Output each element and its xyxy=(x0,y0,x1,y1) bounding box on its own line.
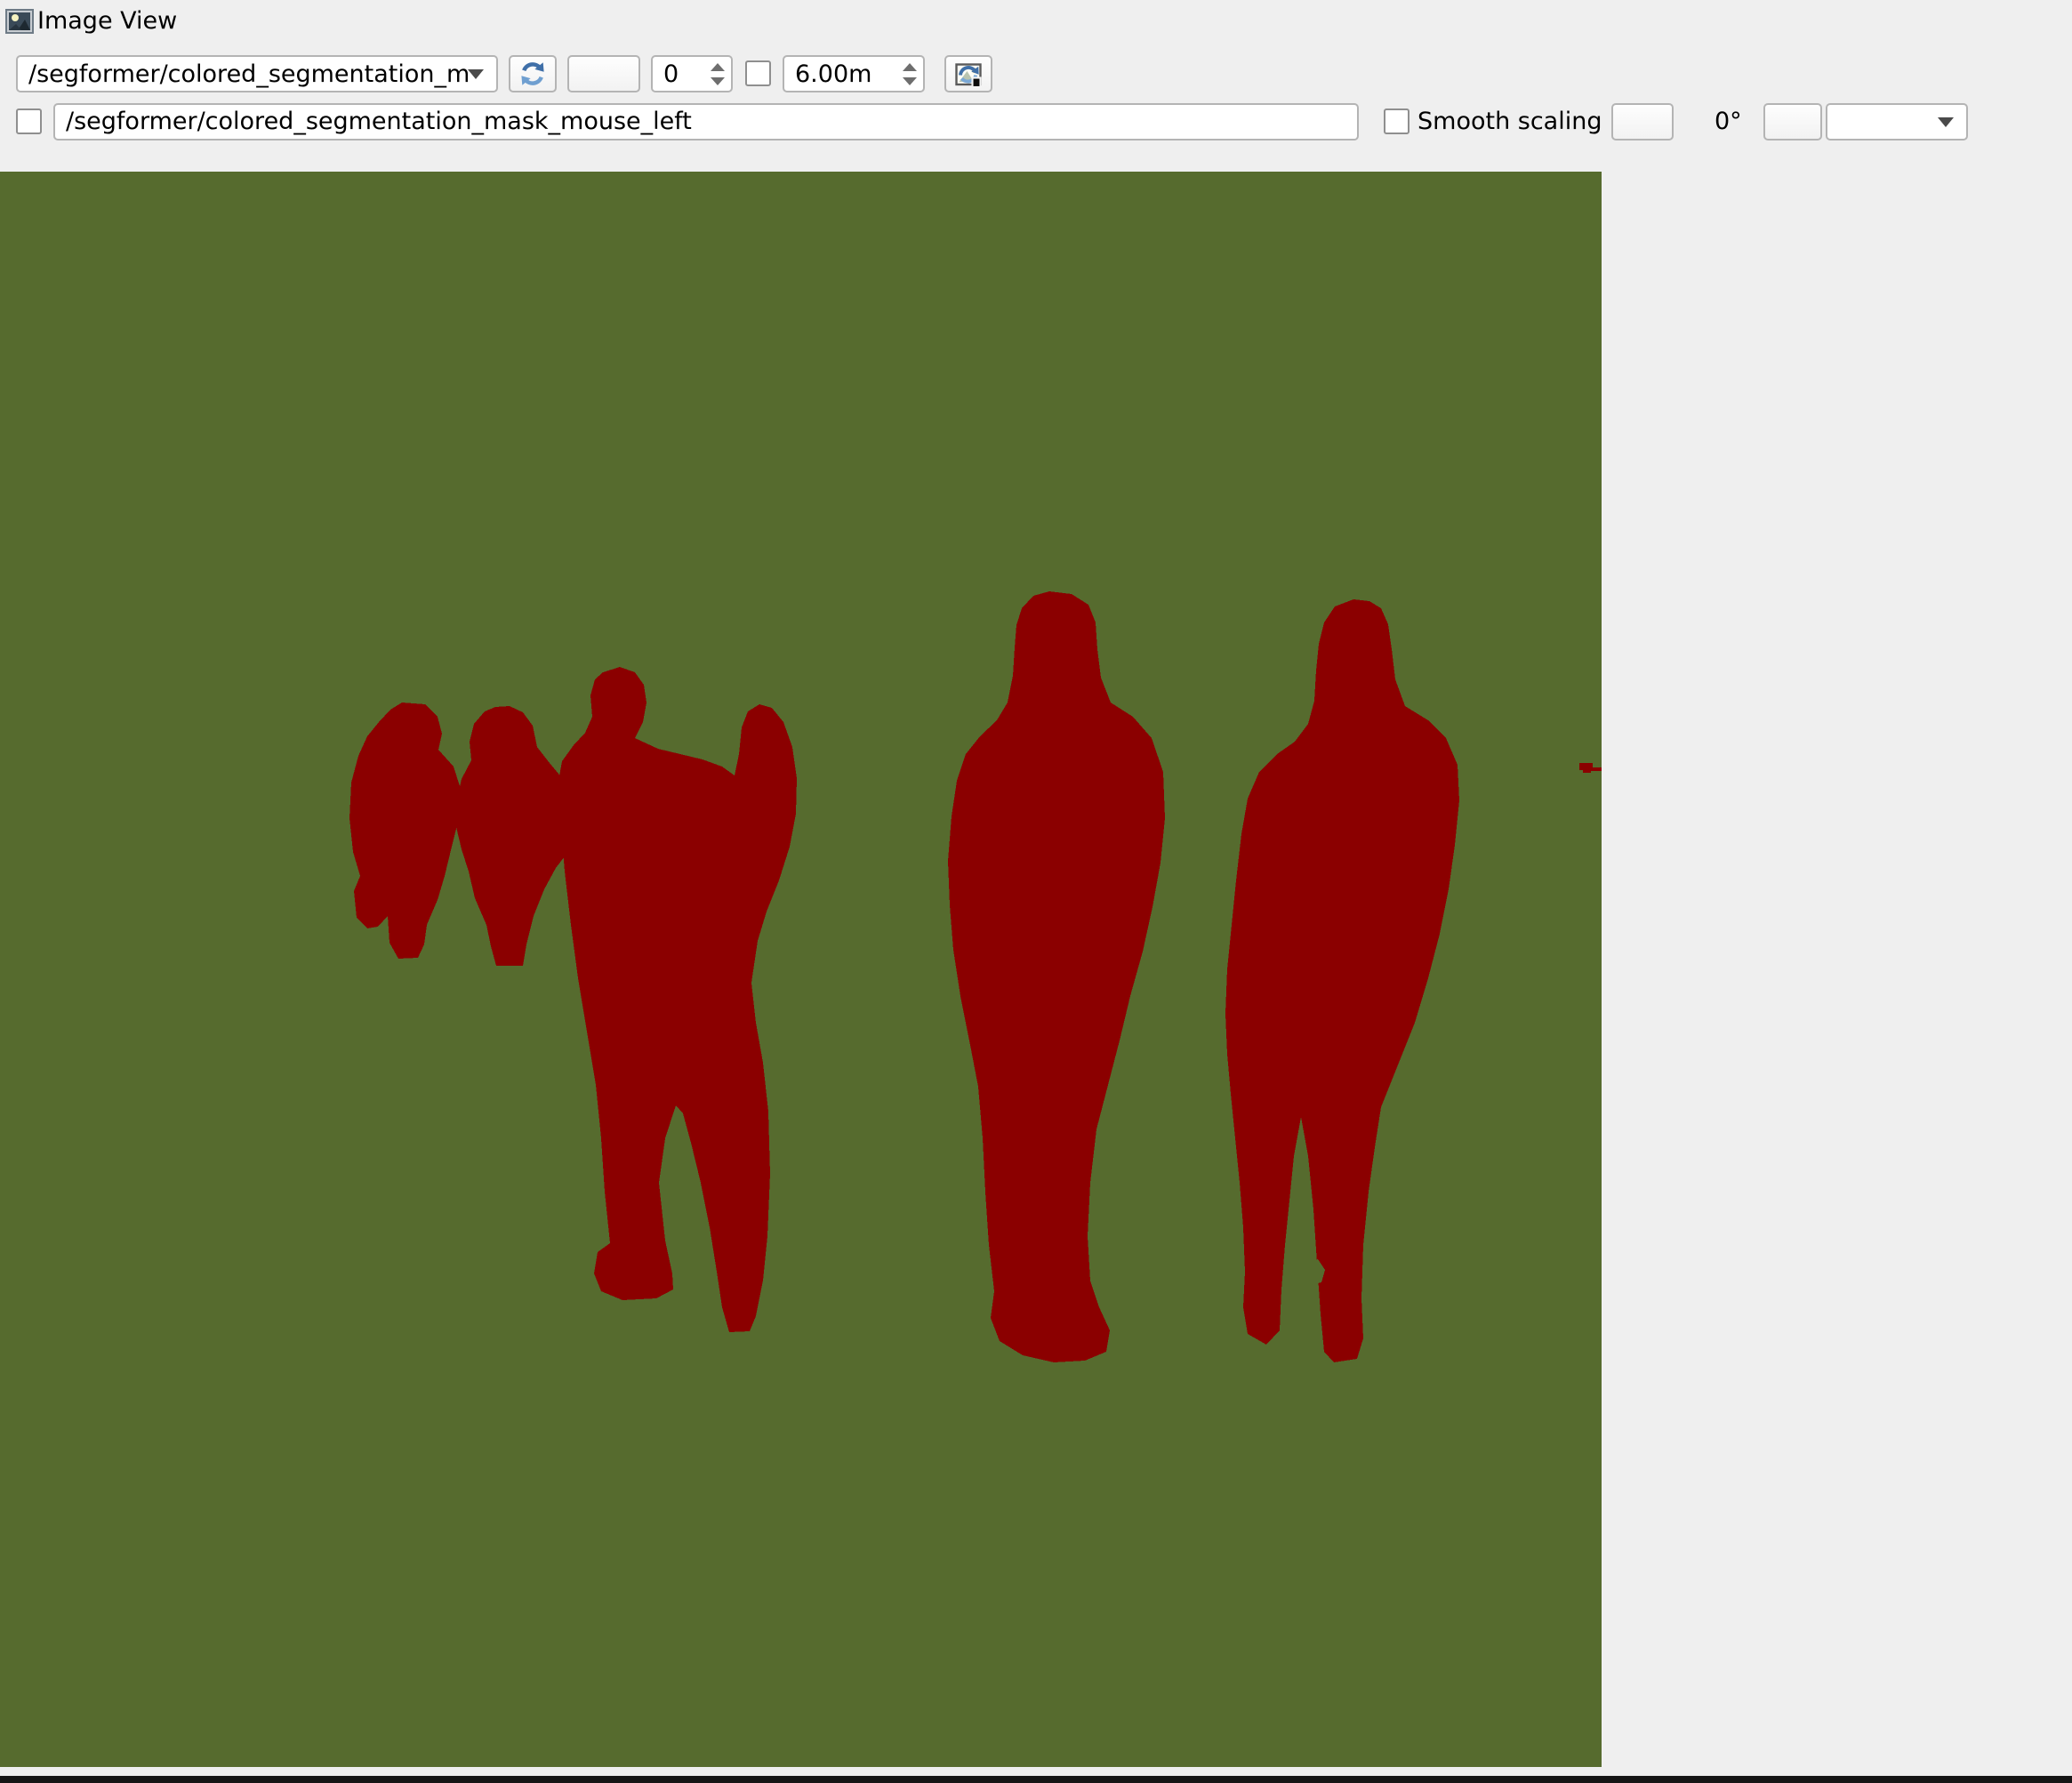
refresh-topics-button[interactable] xyxy=(509,55,557,92)
queue-size-value: 0 xyxy=(653,60,704,88)
refresh-icon xyxy=(517,58,549,90)
topic-dropdown-value: /segformer/colored_segmentation_mask xyxy=(18,60,468,88)
mouse-topic-field[interactable]: /segformer/colored_segmentation_mask_mou… xyxy=(53,103,1359,141)
blank-toolbar-button[interactable] xyxy=(567,55,640,92)
rotate-right-button[interactable] xyxy=(1763,103,1822,141)
rotation-angle-label: 0° xyxy=(1715,103,1742,141)
window-title: Image View xyxy=(37,5,177,37)
window-bottom-border xyxy=(0,1776,2072,1783)
chevron-down-icon xyxy=(1938,117,1954,127)
topic-dropdown[interactable]: /segformer/colored_segmentation_mask xyxy=(16,55,498,92)
spinner-arrows[interactable] xyxy=(704,57,731,91)
segmentation-mask-image[interactable] xyxy=(0,172,1602,1767)
spin-down-icon[interactable] xyxy=(711,77,725,85)
smooth-scaling-checkbox[interactable] xyxy=(1384,108,1409,134)
spin-down-icon[interactable] xyxy=(903,77,917,85)
max-range-spinbox[interactable]: 6.00m xyxy=(783,55,925,92)
publish-mouse-click-checkbox[interactable] xyxy=(16,108,42,134)
rotate-left-button[interactable] xyxy=(1611,103,1674,141)
dynamic-range-checkbox[interactable] xyxy=(745,60,771,86)
rotation-dropdown[interactable] xyxy=(1826,103,1968,141)
chevron-down-icon xyxy=(468,69,484,79)
spin-up-icon[interactable] xyxy=(711,63,725,71)
spin-up-icon[interactable] xyxy=(903,63,917,71)
save-image-icon xyxy=(952,58,984,90)
queue-size-spinbox[interactable]: 0 xyxy=(651,55,733,92)
max-range-value: 6.00m xyxy=(784,60,896,88)
smooth-scaling-label: Smooth scaling xyxy=(1417,103,1602,141)
spinner-arrows[interactable] xyxy=(896,57,923,91)
image-view-app-icon xyxy=(5,7,34,36)
save-image-button[interactable] xyxy=(944,55,992,92)
